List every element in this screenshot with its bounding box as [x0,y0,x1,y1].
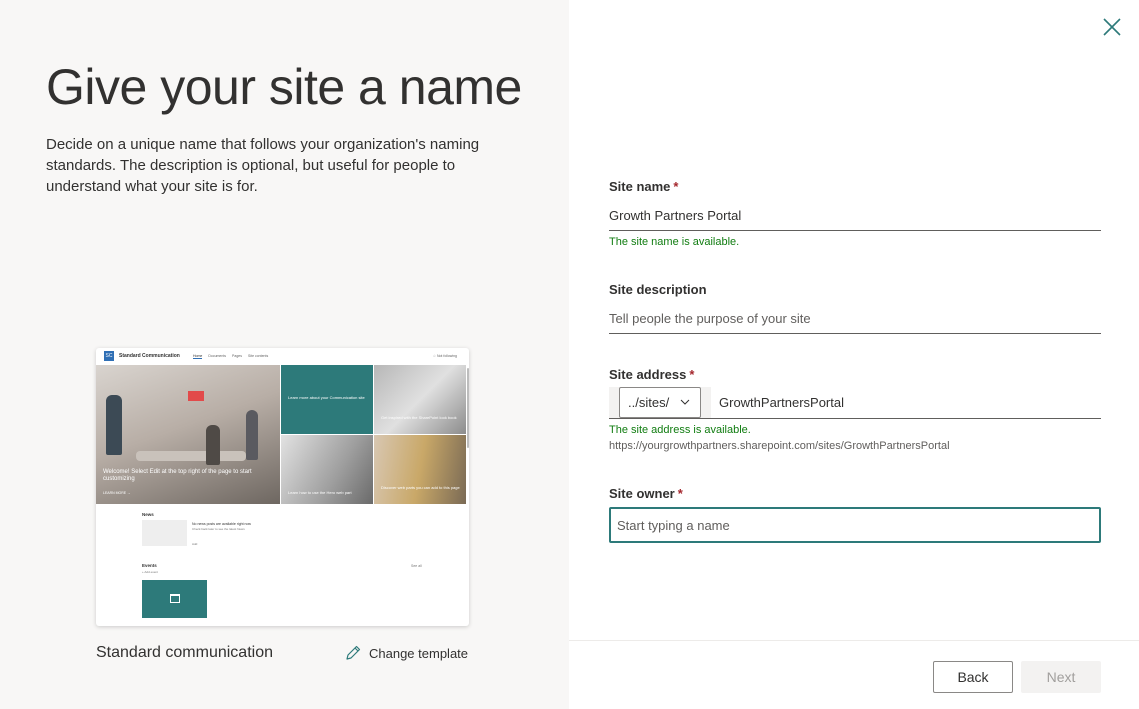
preview-hero-person [246,410,258,460]
preview-hero-person [206,425,220,465]
site-address-label-text: Site address [609,367,687,382]
site-description-label: Site description [609,282,707,297]
preview-hero-table [136,451,246,461]
right-panel: Site name* The site name is available. S… [569,0,1139,709]
preview-hero-image: Welcome! Select Edit at the top right of… [96,365,280,504]
next-button[interactable]: Next [1021,661,1101,693]
preview-nav-item: Documents [208,354,227,358]
required-marker: * [677,486,683,501]
preview-news-subtext: Check back later to see the latest News [192,527,245,531]
preview-nav-item: Pages [232,354,242,358]
site-owner-input[interactable] [609,507,1101,543]
site-name-status: The site name is available. [609,236,740,248]
page-subtitle: Decide on a unique name that follows you… [46,136,480,195]
preview-hero-person [106,395,122,455]
site-owner-label-text: Site owner [609,486,675,501]
page-title: Give your site a name [46,59,522,115]
site-address-prefix-dropdown[interactable]: ../sites/ [619,387,701,418]
close-icon[interactable] [1101,16,1123,38]
preview-hero-lamp [188,391,204,401]
site-address-url: https://yourgrowthpartners.sharepoint.co… [609,440,950,452]
change-template-button[interactable]: Change template [344,644,468,662]
preview-tile: Discover web parts you can add to this p… [374,435,466,504]
site-address-label: Site address * [609,367,694,382]
site-owner-label: Site owner * [609,486,683,501]
calendar-icon [170,594,180,603]
pencil-icon [346,645,361,660]
site-description-input[interactable] [609,303,1101,334]
template-preview: SC Standard Communication Home Documents… [96,348,469,626]
preview-tile-text: Learn more about your Communication site [288,395,365,400]
preview-see-all: See all [411,564,422,568]
preview-tile: Learn how to use the Hero web part [281,435,373,504]
preview-news-title: News [142,512,154,517]
preview-site-logo: SC [104,351,114,361]
site-address-input[interactable] [719,387,1101,418]
preview-tile: Get inspired with the SharePoint look bo… [374,365,466,434]
required-marker: * [689,367,695,382]
preview-site-name: Standard Communication [119,353,180,359]
site-address-prefix-value: ../sites/ [628,395,670,410]
preview-nav-item: Home [193,354,203,359]
back-button[interactable]: Back [933,661,1013,693]
left-panel: Give your site a name Decide on a unique… [0,0,569,709]
preview-events-title: Events [142,563,157,568]
change-template-label: Change template [369,645,469,661]
preview-tile-text: Discover web parts you can add to this p… [381,485,460,490]
preview-tile-text: Get inspired with the SharePoint look bo… [381,415,457,420]
chevron-down-icon [680,399,690,405]
preview-news-text: No news posts are available right now [192,522,251,526]
required-marker: * [673,179,679,194]
preview-nav-item: Site contents [247,354,269,358]
preview-events-add: + Add event [142,570,158,574]
preview-nav: Home Documents Pages Site contents [193,354,268,359]
site-name-label-text: Site name [609,179,671,194]
preview-tile-text: Learn how to use the Hero web part [288,490,352,495]
preview-news-thumbnail [142,520,187,546]
preview-header: SC Standard Communication Home Documents… [96,348,469,365]
preview-hero-link: LEARN MORE → [103,491,131,495]
template-name: Standard communication [96,644,273,661]
site-name-label: Site name * [609,179,678,194]
site-address-field: ../sites/ [609,387,1101,419]
preview-scrollbar [467,368,469,448]
preview-tile: Learn more about your Communication site [281,365,373,434]
site-name-input[interactable] [609,200,1101,231]
preview-follow: ☆ Not following [432,354,457,358]
site-address-status: The site address is available. [609,424,751,436]
footer-divider [569,640,1139,641]
preview-hero-text: Welcome! Select Edit at the top right of… [103,469,252,482]
preview-event-card [142,580,207,618]
preview-news-add: Add [192,542,198,546]
